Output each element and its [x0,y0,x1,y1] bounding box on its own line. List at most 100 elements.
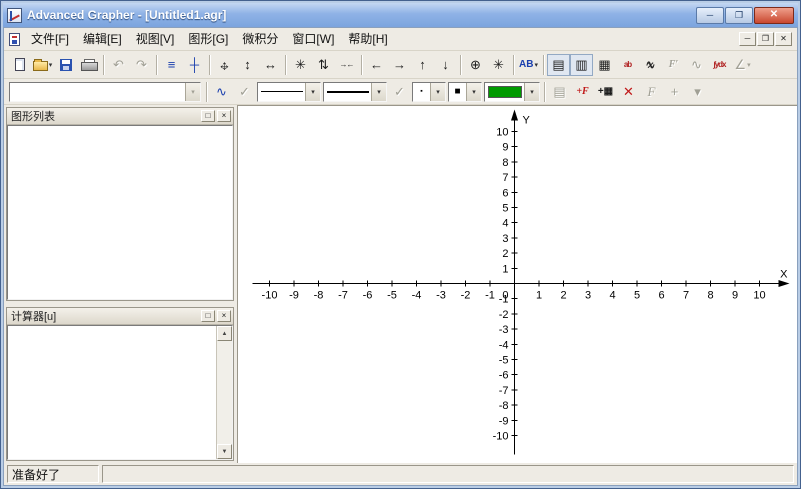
scroll-right-button[interactable]: → [388,54,411,76]
delete-graph-button[interactable]: ✕ [617,81,640,103]
graph-properties-button: ▤ [548,81,571,103]
table-of-values-button[interactable]: ▦ [593,54,616,76]
toggle-calculator-button[interactable]: ▥ [570,53,593,76]
menu-item-5[interactable]: 窗口[W] [285,28,341,51]
app-icon [7,7,22,23]
open-file-button[interactable]: ▾ [31,54,54,76]
mdi-restore-button[interactable]: ❐ [757,32,774,46]
graph-list-close-button[interactable]: × [217,110,231,122]
compress-vertical-button[interactable]: ⇅ [312,54,335,76]
stretch-horizontal-button[interactable]: ↔ [259,54,282,76]
svg-text:-3: -3 [499,324,509,336]
restore-view-button[interactable]: ✳ [487,54,510,76]
add-table-graph-button[interactable]: +▦ [594,81,617,103]
scroll-down-arrow-button[interactable]: ▼ [217,444,232,459]
mdi-close-button[interactable]: ✕ [775,32,792,46]
menu-item-3[interactable]: 图形[G] [181,28,235,51]
svg-text:-2: -2 [499,309,509,321]
stretch-vertical-button[interactable]: ↕ [236,54,259,76]
line-width-sample-wrap [324,90,371,93]
svg-text:8: 8 [707,290,713,302]
graph-list-restore-button[interactable]: □ [201,110,215,122]
svg-text:8: 8 [502,157,508,169]
svg-text:7: 7 [502,172,508,184]
titlebar: Advanced Grapher - [Untitled1.agr] ─ ❐ ✕ [3,3,798,27]
duplicate-graph-icon: + [670,84,679,99]
svg-text:6: 6 [658,290,664,302]
redo-icon: ↷ [136,57,147,72]
save-file-button[interactable] [54,54,77,76]
color-dropdown-icon[interactable]: ▾ [524,82,539,101]
integral-button[interactable]: ∫ydx [708,54,731,76]
svg-text:3: 3 [585,290,591,302]
formula-combobox[interactable]: ▾ [9,81,201,102]
maximize-button[interactable]: ❐ [725,6,753,24]
intersections-button[interactable]: ∿ × [639,54,662,76]
svg-text:-3: -3 [436,290,446,302]
menu-item-6[interactable]: 帮助[H] [341,28,394,51]
line-style-dropdown-icon[interactable]: ▾ [305,82,320,101]
graph-list-panel: 图形列表 □ × [6,107,234,301]
left-column: 图形列表 □ × 计算器[u] □ × ▲ ▼ [4,105,237,463]
undo-button: ↶ [107,54,130,76]
scroll-up-button[interactable]: ↑ [411,54,434,76]
svg-text:-5: -5 [387,290,397,302]
svg-text:-7: -7 [338,290,348,302]
marker-style-dropdown-icon[interactable]: ▾ [466,82,481,101]
toolbar-separator [543,54,544,75]
scrollbar-track[interactable] [217,341,232,444]
mdi-minimize-button[interactable]: ─ [739,32,756,46]
window-controls: ─ ❐ ✕ [696,6,794,24]
line-width-dropdown-icon[interactable]: ▾ [371,82,386,101]
calculator-content[interactable] [8,326,216,459]
menu-item-0[interactable]: 文件[F] [24,28,76,51]
svg-text:2: 2 [560,290,566,302]
curve-kind-button[interactable]: ∿ [210,81,233,103]
delete-graph-icon: ✕ [623,84,634,99]
new-file-button[interactable] [8,54,31,76]
close-button[interactable]: ✕ [754,6,794,24]
svg-text:10: 10 [496,127,508,139]
minimize-button[interactable]: ─ [696,6,724,24]
marker-style-combo[interactable]: ■ ▾ [448,81,482,102]
formula-dropdown-icon[interactable]: ▾ [185,82,200,101]
move-plot-button[interactable]: ↔ ↕ [213,54,236,76]
undo-icon: ↶ [113,57,124,72]
menu-item-4[interactable]: 微积分 [235,28,285,51]
marker-size-dropdown-icon[interactable]: ▾ [430,82,445,101]
toolbar-separator [460,54,461,75]
scroll-left-button[interactable]: ← [365,54,388,76]
status-extra [102,465,794,483]
center-origin-button[interactable]: ⊕ [464,54,487,76]
format-toolbar-buttons: ∿ ✓ ▾ ▾ ✓ ▪ ▾ ■ ▾ ▾ ▤ +F +▦ ✕ F + ▾ [203,79,709,104]
calculator-scrollbar[interactable]: ▲ ▼ [216,326,232,459]
color-combo[interactable]: ▾ [484,81,540,102]
add-graph-button[interactable]: +F [571,81,594,103]
zoom-all-button[interactable]: ✳ [289,54,312,76]
document-icon [9,32,20,46]
axes-setup-button[interactable]: ┼ [183,54,206,76]
scroll-down-button[interactable]: ↓ [434,54,457,76]
graph-area[interactable]: X Y -10 -9 -8 -7 -6 -5 -4 -3 -2 -1 1 2 3 4 5 6 7 8 9 10 -10 -9-… [237,105,797,463]
svg-text:0: 0 [502,290,508,302]
menu-item-1[interactable]: 编辑[E] [76,28,129,51]
graph-list-content[interactable] [7,125,233,300]
calculator-close-button[interactable]: × [217,310,231,322]
evaluate-button[interactable]: ab [616,54,639,76]
calculator-restore-button[interactable]: □ [201,310,215,322]
print-button[interactable] [77,54,100,76]
text-labels-button[interactable]: AB ▾ [517,54,540,76]
analysis-menu-dropdown-icon: ▾ [747,61,751,69]
graph-list-button[interactable]: ≡ [160,54,183,76]
menu-item-2[interactable]: 视图[V] [129,28,182,51]
scroll-up-arrow-button[interactable]: ▲ [217,326,232,341]
toolbar-separator [206,81,207,102]
line-style-combo[interactable]: ▾ [257,81,321,102]
marker-size-sample: ▪ [420,88,423,95]
mdi-controls: ─ ❐ ✕ [739,32,794,46]
marker-size-combo[interactable]: ▪ ▾ [412,81,446,102]
compress-horizontal-button[interactable]: →← [335,54,358,76]
toggle-graph-list-button[interactable]: ▤ [547,53,570,76]
graph-canvas[interactable]: XY-10 -9 -8 -7 -6 -5 -4 -3 -2 -1 1 2 3 4 5 6 7 8 9 10-10-9-… [238,106,797,463]
line-width-combo[interactable]: ▾ [323,81,387,102]
